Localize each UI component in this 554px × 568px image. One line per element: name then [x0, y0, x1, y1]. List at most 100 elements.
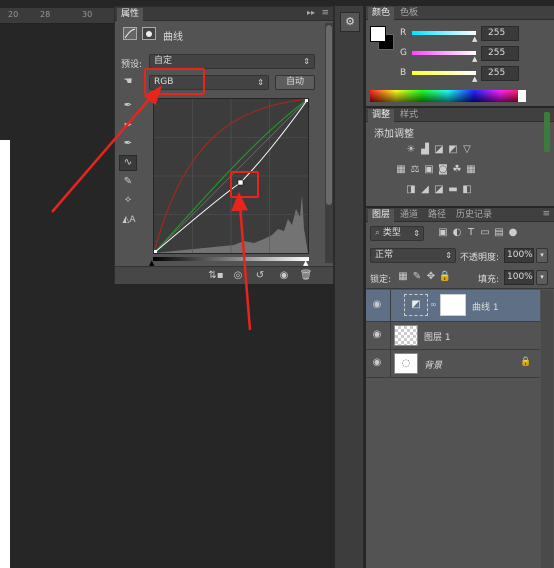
color-spectrum-ramp[interactable]: [370, 90, 526, 102]
r-slider-thumb-icon[interactable]: ▲: [472, 35, 477, 43]
posterize-icon[interactable]: ◢: [418, 184, 432, 196]
opacity-dropdown-icon[interactable]: ▾: [536, 248, 548, 263]
layer-name[interactable]: 图层 1: [424, 330, 451, 343]
tab-channels[interactable]: 通道: [396, 209, 422, 222]
link-icon[interactable]: ∞: [430, 300, 437, 309]
gradient-map-icon[interactable]: ▬: [446, 184, 460, 196]
layer-thumbnail: [394, 325, 418, 346]
color-lookup-icon[interactable]: ▦: [464, 164, 478, 176]
channel-g-label: G: [400, 48, 407, 58]
chevron-down-icon: ⇕: [445, 251, 452, 260]
r-slider-track[interactable]: [412, 31, 476, 35]
color-balance-icon[interactable]: ⚖: [408, 164, 422, 176]
lock-icon: 🔒: [520, 357, 532, 367]
g-slider-track[interactable]: [412, 51, 476, 55]
brightness-icon[interactable]: ☀: [404, 144, 418, 156]
adjustments-heading: 添加调整: [374, 129, 414, 140]
levels-icon[interactable]: ▟: [418, 144, 432, 156]
smart-object-filter-icon[interactable]: ▤: [492, 227, 506, 239]
blend-mode-value: 正常: [375, 250, 394, 260]
lock-transparent-icon[interactable]: ▦: [396, 271, 410, 283]
curves-icon[interactable]: ◪: [432, 144, 446, 156]
lock-position-icon[interactable]: ✥: [424, 271, 438, 283]
layers-panel: 图层 通道 路径 历史记录 ≡ ⌕ 类型 ⇕ ▣ ◐ T ▭ ▤ ● 正常 ⇕ 不透明度:…: [366, 208, 554, 568]
layer-row-curves[interactable]: ◉ ◩ ∞ 曲线 1: [366, 290, 540, 322]
layer-filter-icons: ▣ ◐ T ▭ ▤ ●: [436, 227, 546, 239]
divider: [390, 350, 391, 378]
curves-adjustment-icon: ◩: [404, 294, 428, 316]
properties-dock-icon[interactable]: ⚙: [340, 12, 360, 32]
invert-icon[interactable]: ◨: [404, 184, 418, 196]
tab-adjustments[interactable]: 调整: [368, 109, 395, 122]
eye-icon[interactable]: ◉: [370, 298, 384, 312]
tab-history[interactable]: 历史记录: [452, 209, 496, 222]
pixel-filter-icon[interactable]: ▣: [436, 227, 450, 239]
channel-b-label: B: [400, 68, 407, 78]
dock-strip: ⚙: [334, 6, 364, 568]
lock-all-icon[interactable]: 🔒: [438, 271, 452, 283]
layers-menu-icon[interactable]: ≡: [542, 209, 550, 219]
type-filter-icon[interactable]: T: [464, 227, 478, 239]
layers-scrollbar[interactable]: [541, 290, 553, 568]
adjustments-tabbar: 调整 样式: [366, 108, 554, 122]
tab-swatches[interactable]: 色板: [396, 7, 422, 20]
color-tabbar: 颜色 色板: [366, 6, 554, 20]
opacity-label: 不透明度:: [460, 253, 500, 263]
b-slider-thumb-icon[interactable]: ▲: [472, 75, 477, 83]
adjustment-icons-row-3: ◨ ◢ ◪ ▬ ◧: [404, 184, 534, 196]
channel-mixer-icon[interactable]: ☘: [450, 164, 464, 176]
adjustment-icons-row-2: ▦ ⚖ ▣ ◙ ☘ ▦: [394, 164, 534, 176]
tab-layers[interactable]: 图层: [368, 209, 395, 222]
chevron-down-icon: ⇕: [413, 229, 420, 238]
hue-saturation-icon[interactable]: ▦: [394, 164, 408, 176]
layer-row-background[interactable]: ◉ ◌ 背景 🔒: [366, 350, 540, 378]
lock-pixels-icon[interactable]: ✎: [410, 271, 424, 283]
vibrance-icon[interactable]: ▽: [460, 144, 474, 156]
layer-name[interactable]: 曲线 1: [472, 300, 499, 313]
color-panel: 颜色 色板 R ▲ 255 G ▲ 255 B ▲ 255: [366, 6, 554, 106]
threshold-icon[interactable]: ◪: [432, 184, 446, 196]
annotation-arrowhead: [231, 191, 248, 212]
filter-toggle-icon[interactable]: ●: [506, 227, 520, 239]
g-slider-thumb-icon[interactable]: ▲: [472, 55, 477, 63]
layers-tabbar: 图层 通道 路径 历史记录 ≡: [366, 208, 554, 222]
layer-thumbnail: ◌: [394, 353, 418, 374]
shape-filter-icon[interactable]: ▭: [478, 227, 492, 239]
eye-icon[interactable]: ◉: [370, 328, 384, 342]
foreground-color-swatch[interactable]: [370, 26, 386, 42]
g-value-field[interactable]: 255: [481, 46, 519, 61]
channel-r-label: R: [400, 28, 407, 38]
b-slider-track[interactable]: [412, 71, 476, 75]
black-white-icon[interactable]: ▣: [422, 164, 436, 176]
opacity-field[interactable]: 100%: [504, 248, 534, 263]
layer-row-layer-1[interactable]: ◉ 图层 1: [366, 322, 540, 350]
blend-mode-select[interactable]: 正常 ⇕: [370, 248, 456, 263]
adjustment-icons-row-1: ☀ ▟ ◪ ◩ ▽: [404, 144, 534, 156]
fill-label: 填充:: [478, 275, 500, 285]
exposure-icon[interactable]: ◩: [446, 144, 460, 156]
photo-filter-icon[interactable]: ◙: [436, 164, 450, 176]
lock-label: 锁定:: [370, 275, 392, 285]
layer-filter-value: 类型: [382, 228, 401, 238]
tab-color[interactable]: 颜色: [368, 7, 395, 20]
r-value-field[interactable]: 255: [481, 26, 519, 41]
tab-paths[interactable]: 路径: [424, 209, 450, 222]
layer-filter-select[interactable]: ⌕ 类型 ⇕: [370, 226, 424, 241]
adjustments-panel: 调整 样式 添加调整 ☀ ▟ ◪ ◩ ▽ ▦ ⚖ ▣ ◙ ☘ ▦ ◨ ◢ ◪ ▬ ◧: [366, 108, 554, 206]
divider: [390, 322, 391, 350]
search-icon: ⌕: [375, 228, 381, 238]
eye-icon[interactable]: ◉: [370, 356, 384, 370]
layer-mask-thumbnail[interactable]: [440, 294, 466, 316]
fill-field[interactable]: 100%: [504, 270, 534, 285]
adjustments-scrollbar[interactable]: [544, 112, 550, 152]
divider: [366, 288, 554, 289]
adjustment-filter-icon[interactable]: ◐: [450, 227, 464, 239]
selective-color-icon[interactable]: ◧: [460, 184, 474, 196]
divider: [390, 290, 391, 322]
annotation-arrow-to-channel: [51, 95, 153, 213]
fill-dropdown-icon[interactable]: ▾: [536, 270, 548, 285]
tab-styles[interactable]: 样式: [396, 109, 422, 122]
lock-icons: ▦ ✎ ✥ 🔒: [396, 271, 466, 283]
b-value-field[interactable]: 255: [481, 66, 519, 81]
layer-name[interactable]: 背景: [424, 358, 442, 371]
